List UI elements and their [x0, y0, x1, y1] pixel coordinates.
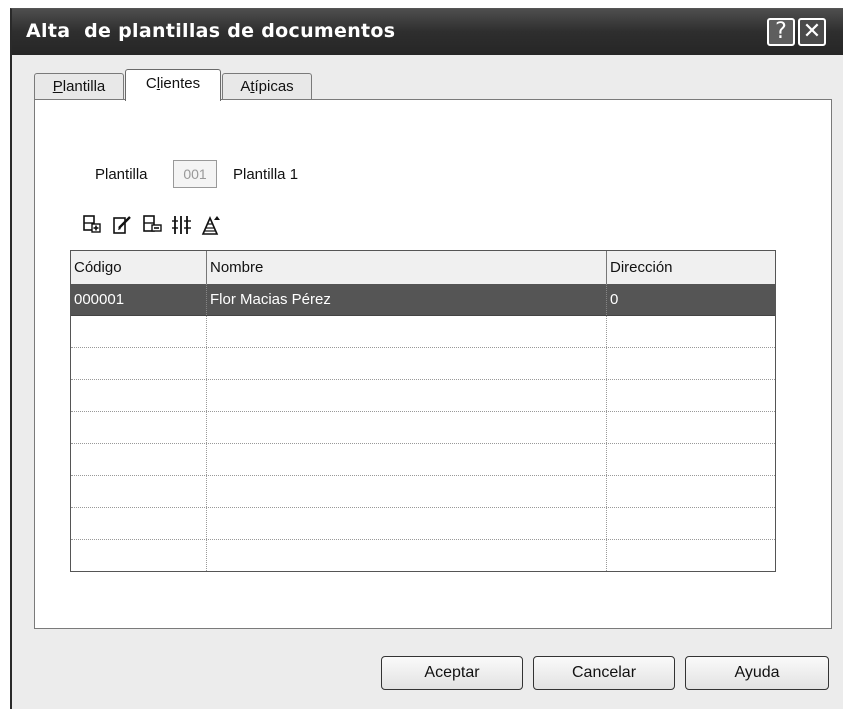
cell-codigo [71, 444, 207, 475]
table-row[interactable] [71, 348, 775, 380]
help-button[interactable]: ? [767, 18, 795, 46]
cell-codigo [71, 540, 207, 571]
cell-nombre [207, 508, 607, 539]
clients-grid[interactable]: Código Nombre Dirección 000001 Flor Macia… [70, 250, 776, 572]
column-header-direccion[interactable]: Dirección [607, 251, 775, 284]
cell-codigo [71, 316, 207, 347]
cell-nombre: Flor Macias Pérez [207, 284, 607, 315]
cell-nombre [207, 316, 607, 347]
filter-icon[interactable] [201, 214, 223, 236]
cell-direccion [607, 444, 775, 475]
cell-direccion [607, 380, 775, 411]
cell-codigo [71, 508, 207, 539]
delete-row-icon[interactable] [141, 214, 163, 236]
tab-clientes[interactable]: Clientes [125, 69, 221, 101]
columns-icon[interactable] [171, 214, 193, 236]
cell-nombre [207, 444, 607, 475]
table-row[interactable] [71, 412, 775, 444]
cell-nombre [207, 380, 607, 411]
cell-nombre [207, 476, 607, 507]
column-header-codigo[interactable]: Código [71, 251, 207, 284]
cell-direccion [607, 316, 775, 347]
table-row[interactable] [71, 476, 775, 508]
tab-atipicas[interactable]: Atípicas [222, 73, 312, 100]
edit-row-icon[interactable] [111, 214, 133, 236]
cell-direccion [607, 476, 775, 507]
cell-direccion: 0 [610, 291, 619, 308]
accept-button[interactable]: Aceptar [381, 656, 523, 690]
title-bar[interactable]: Alta de plantillas de documentos ? ✕ [12, 9, 843, 55]
plantilla-label: Plantilla [95, 166, 148, 183]
table-row[interactable] [71, 540, 775, 571]
plantilla-name: Plantilla 1 [233, 166, 299, 183]
plantilla-code-field: 001 [173, 160, 217, 188]
cell-codigo: 000001 [71, 284, 207, 315]
grid-header: Código Nombre Dirección [71, 251, 775, 285]
table-row[interactable] [71, 444, 775, 476]
cell-codigo [71, 476, 207, 507]
cancel-button[interactable]: Cancelar [533, 656, 675, 690]
cell-nombre [207, 412, 607, 443]
close-button[interactable]: ✕ [798, 18, 826, 46]
cell-direccion [607, 412, 775, 443]
cell-codigo [71, 348, 207, 379]
table-row[interactable]: 000001 Flor Macias Pérez 0 [71, 284, 775, 316]
table-row[interactable] [71, 380, 775, 412]
cell-codigo [71, 380, 207, 411]
cell-direccion [607, 540, 775, 571]
cell-direccion [607, 348, 775, 379]
help-button-bottom[interactable]: Ayuda [685, 656, 829, 690]
dialog-window: Alta de plantillas de documentos ? ✕ Pla… [10, 8, 843, 709]
cell-direccion [607, 508, 775, 539]
table-row[interactable] [71, 508, 775, 540]
cell-codigo [71, 412, 207, 443]
tab-panel-clientes: Plantilla 001 Plantilla 1 Código Nombre … [34, 99, 832, 629]
dialog-title: Alta de plantillas de documentos [26, 20, 396, 42]
add-row-icon[interactable] [81, 214, 103, 236]
table-row[interactable] [71, 316, 775, 348]
column-header-nombre[interactable]: Nombre [207, 251, 607, 284]
tab-plantilla[interactable]: Plantilla [34, 73, 124, 100]
cell-nombre [207, 348, 607, 379]
cell-nombre [207, 540, 607, 571]
